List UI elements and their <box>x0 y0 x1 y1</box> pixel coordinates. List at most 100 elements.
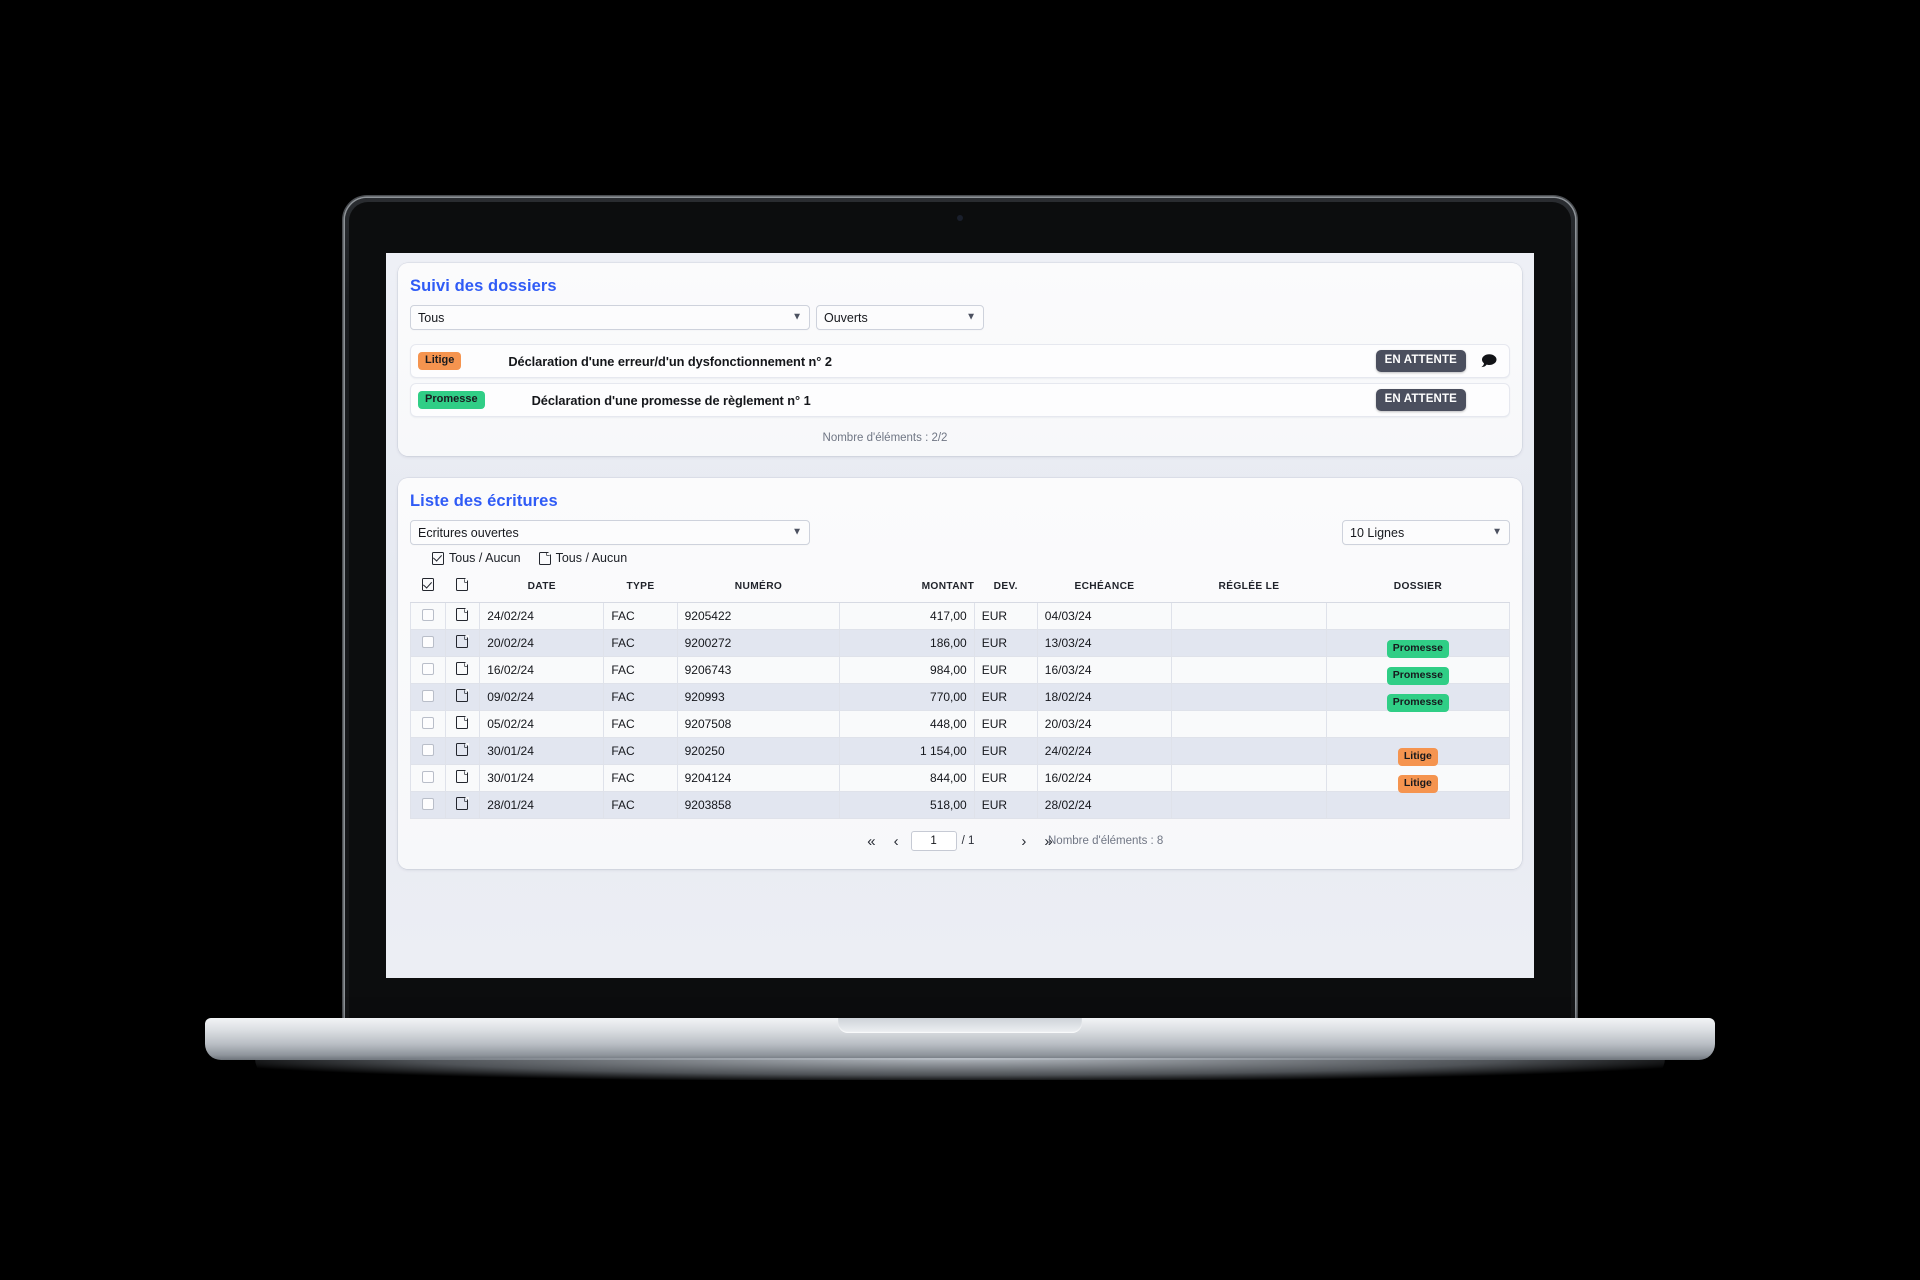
row-select-cell[interactable] <box>410 791 446 819</box>
header-echeance[interactable]: ECHÉANCE <box>1037 571 1172 603</box>
row-checkbox[interactable] <box>421 743 434 756</box>
row-select-cell[interactable] <box>410 602 446 630</box>
rows-per-page-select[interactable]: 10 Lignes ▼ <box>1342 520 1510 545</box>
dossier-state-select[interactable]: Ouverts ▼ <box>816 305 984 330</box>
row-pdf-cell[interactable] <box>444 737 481 765</box>
cell-type: FAC <box>603 629 678 657</box>
row-pdf-cell[interactable] <box>444 629 481 657</box>
checkbox-checked-icon <box>432 551 444 565</box>
row-select-cell[interactable] <box>410 737 446 765</box>
cell-type: FAC <box>603 602 678 630</box>
pagination-page-input[interactable] <box>910 831 957 851</box>
ecritures-count-label: Nombre d'éléments : 8 <box>1048 835 1164 847</box>
header-devise[interactable]: DEV. <box>974 571 1038 603</box>
cell-numero: 920250 <box>676 737 841 765</box>
row-checkbox[interactable] <box>421 635 434 648</box>
laptop-screen: Suivi des dossiers Tous ▼ Ouverts ▼ Liti… <box>386 253 1534 978</box>
cell-reglee-le <box>1171 629 1327 657</box>
pdf-file-icon <box>538 551 552 565</box>
row-pdf-cell[interactable] <box>444 683 481 711</box>
cell-dossier <box>1325 791 1511 819</box>
dossier-tag: Promesse <box>1386 640 1449 658</box>
header-select[interactable] <box>410 571 446 603</box>
dossier-type-select[interactable]: Tous ▼ <box>410 305 810 330</box>
ecritures-state-select[interactable]: Ecritures ouvertes ▼ <box>410 520 810 545</box>
cell-devise: EUR <box>973 683 1038 711</box>
row-checkbox[interactable] <box>421 797 434 810</box>
header-dossier[interactable]: DOSSIER <box>1326 571 1510 603</box>
row-checkbox[interactable] <box>421 716 434 729</box>
row-pdf-cell[interactable] <box>444 764 481 792</box>
pdf-file-icon[interactable] <box>456 796 469 810</box>
table-row[interactable]: 16/02/24 FAC 9206743 984,00 EUR 16/03/24 Prome… <box>410 656 1511 685</box>
table-row[interactable]: 24/02/24 FAC 9205422 417,00 EUR 04/03/24 <box>410 602 1511 630</box>
row-pdf-cell[interactable] <box>444 656 481 684</box>
ecritures-state-select-value: Ecritures ouvertes <box>418 525 519 540</box>
pdf-file-icon[interactable] <box>456 661 469 675</box>
pdf-file-icon[interactable] <box>456 607 469 621</box>
select-all-pdf-link[interactable]: Tous / Aucun <box>538 551 627 565</box>
header-date[interactable]: DATE <box>479 571 604 603</box>
row-pdf-cell[interactable] <box>444 710 481 738</box>
pdf-file-icon[interactable] <box>456 742 469 756</box>
cell-devise: EUR <box>973 791 1038 819</box>
row-select-cell[interactable] <box>410 764 446 792</box>
cell-echeance: 16/02/24 <box>1036 764 1173 792</box>
rows-per-page-value: 10 Lignes <box>1350 525 1405 540</box>
cell-type: FAC <box>603 791 678 819</box>
pagination-prev-button[interactable]: ‹ <box>885 834 908 849</box>
row-select-cell[interactable] <box>410 629 446 657</box>
dossier-row[interactable]: Promesse Déclaration d'une promesse de rè… <box>410 383 1510 417</box>
pagination-first-button[interactable]: « <box>858 834 884 849</box>
cell-date: 09/02/24 <box>479 683 605 711</box>
table-row[interactable]: 30/01/24 FAC 920250 1 154,00 EUR 24/02/24 Liti… <box>410 737 1511 766</box>
pdf-file-icon[interactable] <box>456 688 469 702</box>
table-row[interactable]: 09/02/24 FAC 920993 770,00 EUR 18/02/24 Promes… <box>410 683 1511 712</box>
header-numero[interactable]: NUMÉRO <box>677 571 840 603</box>
cell-devise: EUR <box>973 710 1038 738</box>
row-pdf-cell[interactable] <box>444 791 481 819</box>
row-select-cell[interactable] <box>410 683 446 711</box>
chevron-down-icon: ▼ <box>966 311 976 322</box>
cell-date: 24/02/24 <box>479 602 605 630</box>
row-checkbox[interactable] <box>421 662 434 675</box>
cell-devise: EUR <box>973 629 1038 657</box>
cell-type: FAC <box>603 764 678 792</box>
table-row[interactable]: 20/02/24 FAC 9200272 186,00 EUR 13/03/24 Prome… <box>410 629 1511 658</box>
comment-bubble-icon[interactable]: 🗩 <box>1476 354 1502 369</box>
cell-reglee-le <box>1171 602 1327 630</box>
row-checkbox[interactable] <box>421 689 434 702</box>
cell-dossier: Litige <box>1325 737 1511 766</box>
table-row[interactable]: 28/01/24 FAC 9203858 518,00 EUR 28/02/24 <box>410 791 1511 819</box>
header-pdf[interactable] <box>445 571 480 603</box>
cell-montant: 417,00 <box>839 602 975 630</box>
pdf-file-icon[interactable] <box>456 634 469 648</box>
screenshot-stage: Suivi des dossiers Tous ▼ Ouverts ▼ Liti… <box>0 0 1920 1280</box>
dossier-list: Litige Déclaration d'une erreur/d'un dysf… <box>410 344 1510 417</box>
dossier-tag: Promesse <box>1386 694 1449 712</box>
row-checkbox[interactable] <box>421 608 434 621</box>
pdf-file-icon[interactable] <box>456 769 469 783</box>
header-montant[interactable]: MONTANT <box>839 571 975 603</box>
table-row[interactable]: 05/02/24 FAC 9207508 448,00 EUR 20/03/24 <box>410 710 1511 738</box>
select-all-checkboxes-link[interactable]: Tous / Aucun <box>432 551 521 565</box>
row-pdf-cell[interactable] <box>444 602 481 630</box>
row-select-cell[interactable] <box>410 656 446 684</box>
header-type[interactable]: TYPE <box>603 571 678 603</box>
cell-reglee-le <box>1171 764 1327 792</box>
pdf-file-icon <box>456 577 469 591</box>
liste-des-ecritures-card: Liste des écritures Ecritures ouvertes ▼… <box>398 478 1522 869</box>
header-reglee-le[interactable]: RÉGLÉE LE <box>1171 571 1327 603</box>
cell-echeance: 04/03/24 <box>1036 602 1173 630</box>
laptop-base-notch <box>838 1018 1082 1033</box>
cell-numero: 920993 <box>676 683 841 711</box>
table-row[interactable]: 30/01/24 FAC 9204124 844,00 EUR 16/02/24 Litig… <box>410 764 1511 793</box>
status-badge: EN ATTENTE <box>1375 349 1466 373</box>
chevron-down-icon: ▼ <box>1492 526 1502 537</box>
dossier-row[interactable]: Litige Déclaration d'une erreur/d'un dysf… <box>410 344 1510 378</box>
row-select-cell[interactable] <box>410 710 446 738</box>
cell-dossier <box>1325 710 1511 738</box>
pdf-file-icon[interactable] <box>456 715 469 729</box>
row-checkbox[interactable] <box>421 770 434 783</box>
pagination-next-button[interactable]: › <box>1012 834 1035 849</box>
